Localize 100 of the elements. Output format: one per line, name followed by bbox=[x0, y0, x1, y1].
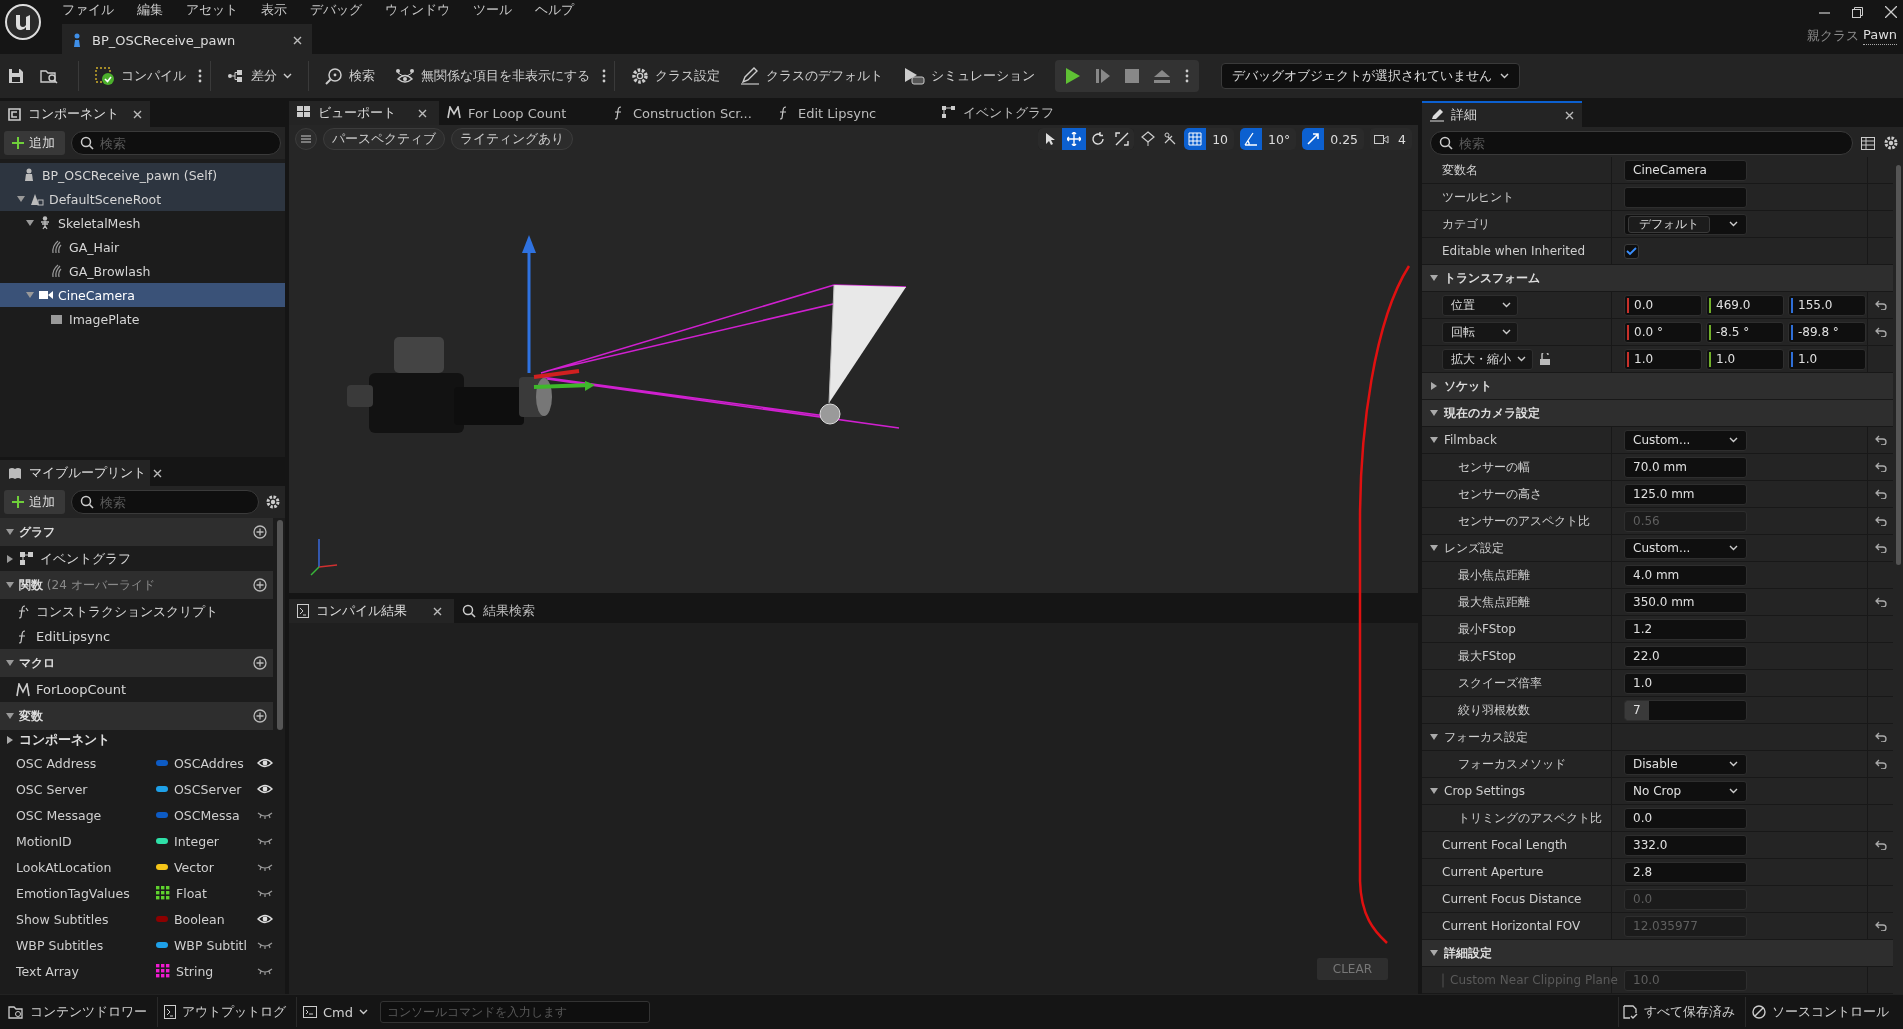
tree-item[interactable]: ImagePlate bbox=[0, 307, 285, 331]
reset-arrow-icon[interactable] bbox=[1874, 597, 1887, 607]
play-icon[interactable] bbox=[1065, 67, 1081, 85]
viewport[interactable]: パースペクティブ ライティングあり 10 10° 0.25 4 bbox=[289, 125, 1418, 593]
section-header[interactable]: ソケット bbox=[1422, 373, 1893, 400]
reset-arrow-icon[interactable] bbox=[1874, 732, 1887, 742]
more-options-icon[interactable] bbox=[1185, 69, 1189, 83]
menu-item[interactable]: 表示 bbox=[249, 1, 298, 19]
dropdown[interactable]: Disable bbox=[1624, 753, 1747, 775]
menu-item[interactable]: ヘルプ bbox=[523, 1, 585, 19]
expanded-arrow-icon[interactable] bbox=[1430, 733, 1438, 741]
save-icon[interactable] bbox=[8, 68, 24, 84]
tool-button[interactable] bbox=[1062, 128, 1087, 150]
input-field[interactable]: 469.0 bbox=[1706, 294, 1784, 316]
debug-object-dropdown[interactable]: デバッグオブジェクトが選択されていません bbox=[1221, 63, 1520, 89]
save-all-button[interactable]: すべて保存済み bbox=[1618, 997, 1746, 1027]
panel-tab[interactable]: コンポーネント bbox=[0, 101, 150, 127]
surface-snap-icon[interactable] bbox=[1140, 131, 1157, 147]
console-input[interactable]: コンソールコマンドを入力します bbox=[380, 1001, 650, 1023]
section-header[interactable]: 関数 (24 オーバーライド bbox=[0, 571, 273, 599]
menu-item[interactable]: ツール bbox=[461, 1, 523, 19]
input-field[interactable]: 1.0 bbox=[1624, 348, 1702, 370]
tree-item[interactable]: BP_OSCReceive_pawn (Self) bbox=[0, 163, 285, 187]
reset-arrow-icon[interactable] bbox=[1874, 759, 1887, 769]
reset-arrow-icon[interactable] bbox=[1874, 435, 1887, 445]
menu-item[interactable]: ウィンドウ bbox=[373, 1, 461, 19]
engine-logo-icon[interactable] bbox=[4, 3, 42, 41]
expanded-arrow-icon[interactable] bbox=[17, 195, 25, 203]
input-field[interactable]: 1.0 bbox=[1706, 348, 1784, 370]
eject-icon[interactable] bbox=[1153, 69, 1171, 83]
variable-row[interactable]: OSC Message OSCMessa bbox=[0, 802, 273, 828]
expanded-arrow-icon[interactable] bbox=[1430, 544, 1438, 552]
input-field[interactable]: -8.5 ° bbox=[1706, 321, 1784, 343]
input-field[interactable]: 1.2 bbox=[1624, 618, 1747, 640]
reset-arrow-icon[interactable] bbox=[1874, 327, 1887, 337]
input-field[interactable]: 0.0 bbox=[1624, 294, 1702, 316]
collapsed-arrow-icon[interactable] bbox=[1430, 382, 1438, 390]
panel-tab[interactable]: 詳細 bbox=[1422, 101, 1582, 127]
document-tab[interactable]: BP_OSCReceive_pawn bbox=[62, 24, 312, 54]
eye-icon[interactable] bbox=[257, 783, 273, 795]
input-field[interactable]: 332.0 bbox=[1624, 834, 1747, 856]
transform-mode-dropdown[interactable]: 回転 bbox=[1442, 321, 1518, 343]
close-icon[interactable] bbox=[1885, 6, 1897, 18]
unlocked-icon[interactable] bbox=[1539, 353, 1551, 365]
close-icon[interactable] bbox=[433, 606, 442, 616]
cmd-dropdown[interactable]: Cmd bbox=[299, 997, 378, 1027]
collapsed-arrow-icon[interactable] bbox=[6, 736, 14, 744]
menu-item[interactable]: 編集 bbox=[125, 1, 174, 19]
search-field[interactable]: 検索 bbox=[71, 131, 281, 155]
tool-button[interactable] bbox=[1086, 128, 1111, 150]
close-icon[interactable] bbox=[133, 109, 142, 119]
list-item[interactable]: コンストラクションスクリプト bbox=[0, 599, 273, 624]
reset-arrow-icon[interactable] bbox=[1874, 489, 1887, 499]
expanded-arrow-icon[interactable] bbox=[6, 528, 14, 536]
input-field[interactable]: -89.8 ° bbox=[1788, 321, 1866, 343]
add-icon[interactable] bbox=[253, 656, 267, 670]
variable-row[interactable]: WBP Subtitles WBP Subtitl bbox=[0, 932, 273, 958]
scrollbar[interactable] bbox=[277, 520, 283, 730]
dropdown[interactable]: No Crop bbox=[1624, 780, 1747, 802]
reset-arrow-icon[interactable] bbox=[1874, 462, 1887, 472]
output-log-button[interactable]: アウトプットログ bbox=[160, 997, 297, 1027]
tree-item[interactable]: CineCamera bbox=[0, 283, 285, 307]
input-field[interactable]: 1.0 bbox=[1624, 672, 1747, 694]
add-button[interactable]: 追加 bbox=[4, 131, 65, 155]
snap-toggle[interactable]: 10 bbox=[1184, 128, 1235, 150]
input-field[interactable]: 0.0 ° bbox=[1624, 321, 1702, 343]
add-icon[interactable] bbox=[253, 709, 267, 723]
expanded-arrow-icon[interactable] bbox=[6, 581, 14, 589]
input-field[interactable]: CineCamera bbox=[1624, 159, 1747, 181]
input-field[interactable]: 2.8 bbox=[1624, 861, 1747, 883]
collapsed-arrow-icon[interactable] bbox=[6, 554, 14, 563]
reset-arrow-icon[interactable] bbox=[1874, 543, 1887, 553]
input-field[interactable]: 70.0 mm bbox=[1624, 456, 1747, 478]
reset-arrow-icon[interactable] bbox=[1874, 840, 1887, 850]
category-row[interactable]: コンポーネント bbox=[0, 730, 273, 750]
expanded-arrow-icon[interactable] bbox=[1430, 274, 1438, 282]
close-icon[interactable] bbox=[293, 35, 302, 45]
list-item[interactable]: イベントグラフ bbox=[0, 546, 273, 571]
camera-speed-button[interactable]: 4 bbox=[1370, 128, 1412, 150]
expanded-arrow-icon[interactable] bbox=[1430, 409, 1438, 417]
panel-tab[interactable]: コンパイル結果 bbox=[289, 599, 454, 623]
tree-item[interactable]: GA_Browlash bbox=[0, 259, 285, 283]
input-field[interactable]: 4.0 mm bbox=[1624, 564, 1747, 586]
parent-class-link[interactable]: Pawn bbox=[1862, 27, 1897, 45]
input-field[interactable]: 125.0 mm bbox=[1624, 483, 1747, 505]
search-field[interactable]: 検索 bbox=[1430, 131, 1853, 155]
eye-icon[interactable] bbox=[257, 913, 273, 925]
more-options-icon[interactable] bbox=[602, 69, 606, 83]
transform-mode-dropdown[interactable]: 位置 bbox=[1442, 294, 1518, 316]
add-button[interactable]: 追加 bbox=[4, 490, 65, 514]
variable-row[interactable]: LookAtLocation Vector bbox=[0, 854, 273, 880]
restore-icon[interactable] bbox=[1852, 6, 1863, 18]
dropdown[interactable]: Custom... bbox=[1624, 537, 1747, 559]
section-header[interactable]: トランスフォーム bbox=[1422, 265, 1893, 292]
expanded-arrow-icon[interactable] bbox=[6, 659, 14, 667]
expanded-arrow-icon[interactable] bbox=[26, 219, 34, 227]
menu-button[interactable] bbox=[295, 128, 317, 150]
expanded-arrow-icon[interactable] bbox=[1430, 436, 1438, 444]
section-header[interactable]: グラフ bbox=[0, 518, 273, 546]
input-field[interactable]: 350.0 mm bbox=[1624, 591, 1747, 613]
